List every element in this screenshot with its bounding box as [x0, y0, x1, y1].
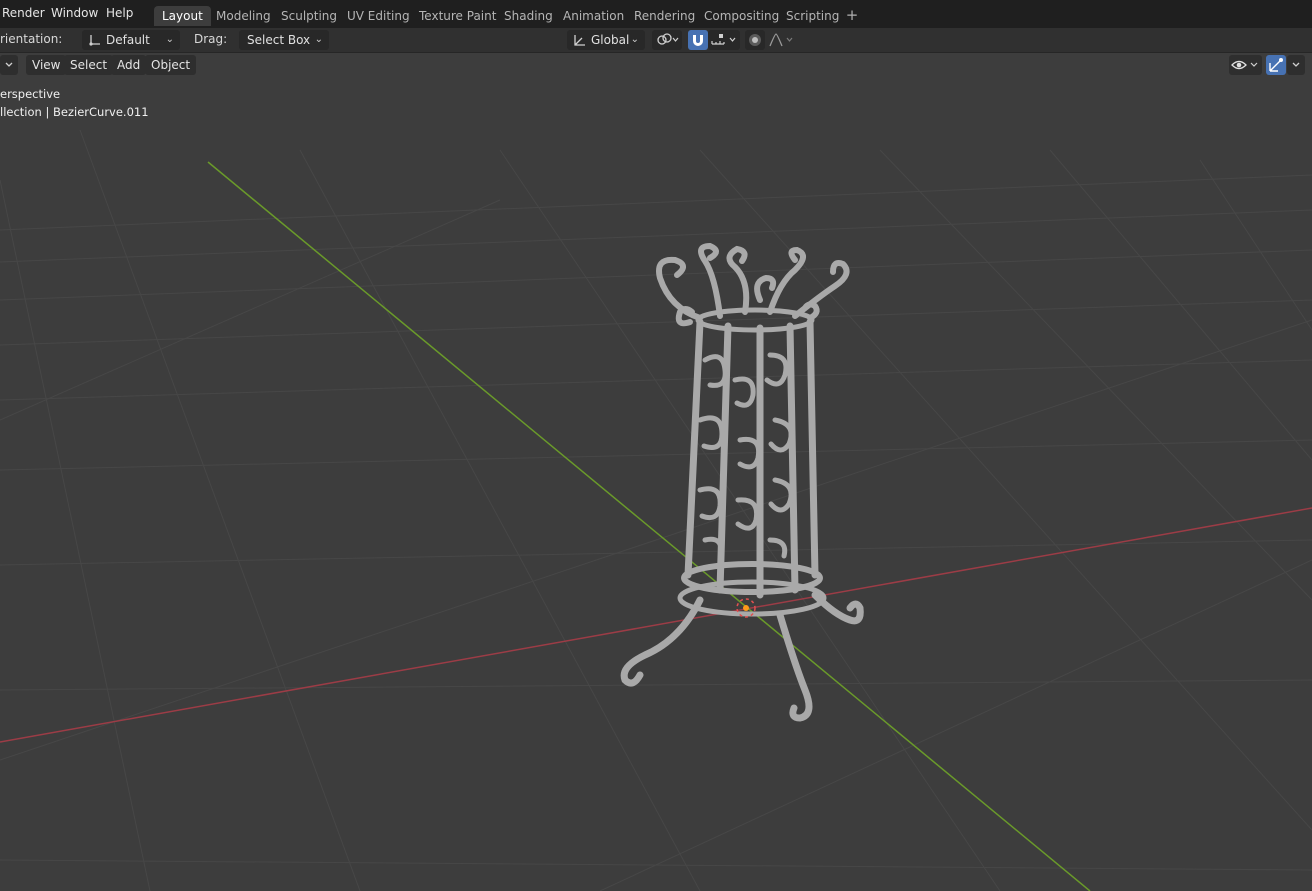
tab-scripting[interactable]: Scripting — [778, 6, 847, 26]
viewport-canvas[interactable] — [0, 0, 1312, 891]
tab-layout[interactable]: Layout — [154, 6, 211, 26]
menu-help[interactable]: Help — [106, 6, 133, 20]
tab-animation[interactable]: Animation — [555, 6, 632, 26]
tab-sculpting[interactable]: Sculpting — [273, 6, 345, 26]
menu-render[interactable]: Render — [2, 6, 45, 20]
snap-increment-icon — [711, 34, 736, 45]
global-axes-icon — [574, 35, 585, 46]
tab-texture-paint[interactable]: Texture Paint — [411, 6, 504, 26]
transform-orientation-value: Global — [591, 33, 630, 47]
tab-shading[interactable]: Shading — [496, 6, 561, 26]
gizmo-toggle-button[interactable] — [1266, 55, 1286, 75]
tab-compositing[interactable]: Compositing — [696, 6, 787, 26]
gizmo-dropdown-button[interactable] — [1287, 55, 1305, 75]
pivot-point-button[interactable] — [652, 30, 682, 50]
orientation-value: Default — [106, 33, 150, 47]
gizmo-toggle-icon — [1269, 58, 1283, 72]
snap-magnet-icon — [693, 35, 703, 46]
visibility-button[interactable] — [1229, 55, 1262, 75]
orientation-gizmo-icon — [89, 35, 100, 46]
top-bar: Render Window Help Layout Modeling Sculp… — [0, 0, 1312, 28]
transform-orientation-dropdown[interactable]: Global ⌄ — [567, 30, 645, 50]
editor-type-button[interactable] — [0, 55, 18, 75]
orientation-dropdown[interactable]: Default ⌄ — [82, 30, 180, 50]
snap-target-button[interactable] — [708, 30, 740, 50]
add-workspace-button[interactable]: + — [843, 6, 861, 24]
chevron-down-icon: ⌄ — [630, 34, 639, 45]
floor-grid — [0, 129, 1312, 891]
tab-uv-editing[interactable]: UV Editing — [339, 6, 418, 26]
menu-window[interactable]: Window — [51, 6, 98, 20]
drag-label: Drag: — [194, 32, 228, 46]
tab-rendering[interactable]: Rendering — [626, 6, 703, 26]
collection-info-text: llection | BezierCurve.011 — [0, 105, 149, 119]
chevron-down-icon: ⌄ — [314, 34, 323, 45]
chevron-down-icon — [1292, 62, 1300, 67]
orientation-label: rientation: — [0, 32, 63, 46]
pivot-link-icon — [657, 33, 679, 45]
proportional-edit-icon — [749, 34, 761, 46]
chevron-down-icon: ⌄ — [165, 34, 174, 45]
chevron-down-icon — [5, 62, 13, 67]
menu-select[interactable]: Select — [64, 55, 114, 75]
view-name-text: erspective — [0, 87, 61, 101]
falloff-curve-icon — [769, 33, 793, 47]
x-axis-line — [0, 507, 1312, 743]
snap-toggle-button[interactable] — [688, 30, 708, 50]
visibility-eye-icon — [1231, 60, 1258, 70]
tab-modeling[interactable]: Modeling — [208, 6, 279, 26]
drag-dropdown[interactable]: Select Box ⌄ — [239, 30, 329, 50]
tool-header: rientation: Default ⌄ Drag: Select Box ⌄… — [0, 28, 1312, 53]
menu-object[interactable]: Object — [145, 55, 197, 75]
drag-value: Select Box — [247, 33, 311, 47]
menu-add[interactable]: Add — [111, 55, 147, 75]
proportional-edit-button[interactable] — [745, 30, 765, 50]
y-axis-line — [207, 161, 1091, 891]
menu-view[interactable]: View — [26, 55, 67, 75]
falloff-button[interactable] — [766, 30, 798, 50]
